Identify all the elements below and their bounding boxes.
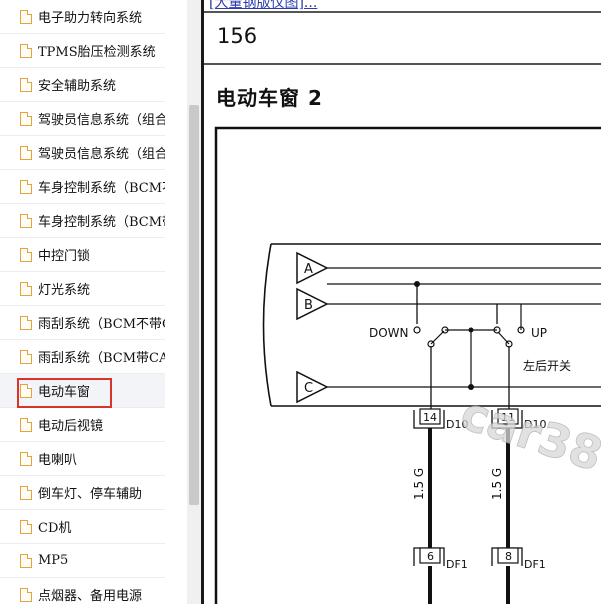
sidebar-item[interactable]: 雨刮系统（BCM不带CAN <box>0 306 165 340</box>
sidebar-item-label: 点烟器、备用电源 <box>38 589 143 604</box>
pin-8-label: 8 <box>505 550 512 563</box>
sidebar-item[interactable]: 电子助力转向系统 <box>0 0 165 34</box>
connector-b-label: B <box>304 298 313 313</box>
sidebar-item[interactable]: 倒车灯、停车辅助 <box>0 476 165 510</box>
document-icon <box>20 281 32 296</box>
document-icon <box>20 519 32 534</box>
scrollbar-thumb[interactable] <box>189 105 199 505</box>
sidebar-item[interactable]: 灯光系统 <box>0 272 165 306</box>
document-icon <box>20 179 32 194</box>
connector-housing-curve <box>262 243 272 407</box>
sidebar-item[interactable]: 电喇叭 <box>0 442 165 476</box>
document-icon <box>20 587 32 602</box>
sidebar-item[interactable]: 驾驶员信息系统（组合仪表 <box>0 102 165 136</box>
connector-c-label: C <box>304 381 313 396</box>
selection-highlight-box <box>17 378 112 408</box>
document-icon <box>20 451 32 466</box>
pin-6-label: 6 <box>427 550 434 563</box>
switch-label: 左后开关 <box>523 358 571 373</box>
pin-6-connector: DF1 <box>446 558 468 571</box>
sidebar-item-label: 驾驶员信息系统（组合仪表 <box>38 147 165 162</box>
wiring-diagram: A B C DOWN UP 左后开关 14 D10 11 D10 1.5 G 1… <box>214 126 601 604</box>
sidebar-item[interactable]: 点烟器、备用电源 <box>0 578 165 604</box>
sidebar-item[interactable]: 车身控制系统（BCM带CAN <box>0 204 165 238</box>
document-icon <box>20 315 32 330</box>
sidebar-item-label: 倒车灯、停车辅助 <box>38 487 143 502</box>
sidebar-item-label: 电动后视镜 <box>38 419 104 434</box>
sidebar-item-label: 安全辅助系统 <box>38 79 117 94</box>
document-icon <box>20 417 32 432</box>
document-icon <box>20 485 32 500</box>
sidebar-item[interactable]: 雨刮系统（BCM带CAN） <box>0 340 165 374</box>
sidebar-item[interactable]: CD机 <box>0 510 165 544</box>
sidebar-item-label: 驾驶员信息系统（组合仪表 <box>38 113 165 128</box>
sidebar-item[interactable]: 车身控制系统（BCM不带CAN <box>0 170 165 204</box>
switch-down-label: DOWN <box>369 326 409 340</box>
sidebar-item-label: 雨刮系统（BCM带CAN） <box>38 351 165 366</box>
document-icon <box>20 77 32 92</box>
document-icon <box>20 247 32 262</box>
wire-2-spec: 1.5 G <box>490 468 504 500</box>
sidebar-item-label: 车身控制系统（BCM不带CAN <box>38 181 165 196</box>
sidebar-item-label: TPMS胎压检测系统 <box>38 45 156 60</box>
sidebar-item-label: 电喇叭 <box>38 453 78 468</box>
document-icon <box>20 43 32 58</box>
sidebar-item[interactable]: MP5 <box>0 544 165 578</box>
document-icon <box>20 213 32 228</box>
document-icon <box>20 553 32 568</box>
pin-8-connector: DF1 <box>524 558 546 571</box>
switch-up-label: UP <box>531 326 547 340</box>
sidebar-item-label: 中控门锁 <box>38 249 91 264</box>
document-view: [大量钢版仪图]... 156 电动车窗 2 A B C DOWN UP 左后开… <box>201 0 601 604</box>
sidebar-item[interactable]: 驾驶员信息系统（组合仪表 <box>0 136 165 170</box>
sidebar-scrollbar[interactable] <box>187 0 201 604</box>
sidebar-tree: 电子助力转向系统 TPMS胎压检测系统安全辅助系统驾驶员信息系统（组合仪表驾驶员信… <box>0 0 187 604</box>
sidebar-item[interactable]: TPMS胎压检测系统 <box>0 34 165 68</box>
sidebar-item-label: 雨刮系统（BCM不带CAN <box>38 317 165 332</box>
document-icon <box>20 9 32 24</box>
sidebar-item-label: CD机 <box>38 521 72 536</box>
document-icon <box>20 349 32 364</box>
switch-arm-left <box>430 330 445 345</box>
document-icon <box>20 111 32 126</box>
sidebar-item-label: MP5 <box>38 553 69 568</box>
document-icon <box>20 145 32 160</box>
sidebar-item[interactable]: 电动后视镜 <box>0 408 165 442</box>
wire-1-spec: 1.5 G <box>412 468 426 500</box>
watermark: car38 <box>455 386 601 482</box>
sidebar-item-label: 车身控制系统（BCM带CAN <box>38 215 165 230</box>
sidebar-item[interactable]: 安全辅助系统 <box>0 68 165 102</box>
switch-arm-right <box>497 331 510 345</box>
sidebar-item-label: 灯光系统 <box>38 283 91 298</box>
sidebar-item[interactable]: 中控门锁 <box>0 238 165 272</box>
connector-a-label: A <box>304 262 313 277</box>
pin-14-label: 14 <box>423 411 437 424</box>
sidebar-item-label: 电子助力转向系统 <box>38 11 143 26</box>
